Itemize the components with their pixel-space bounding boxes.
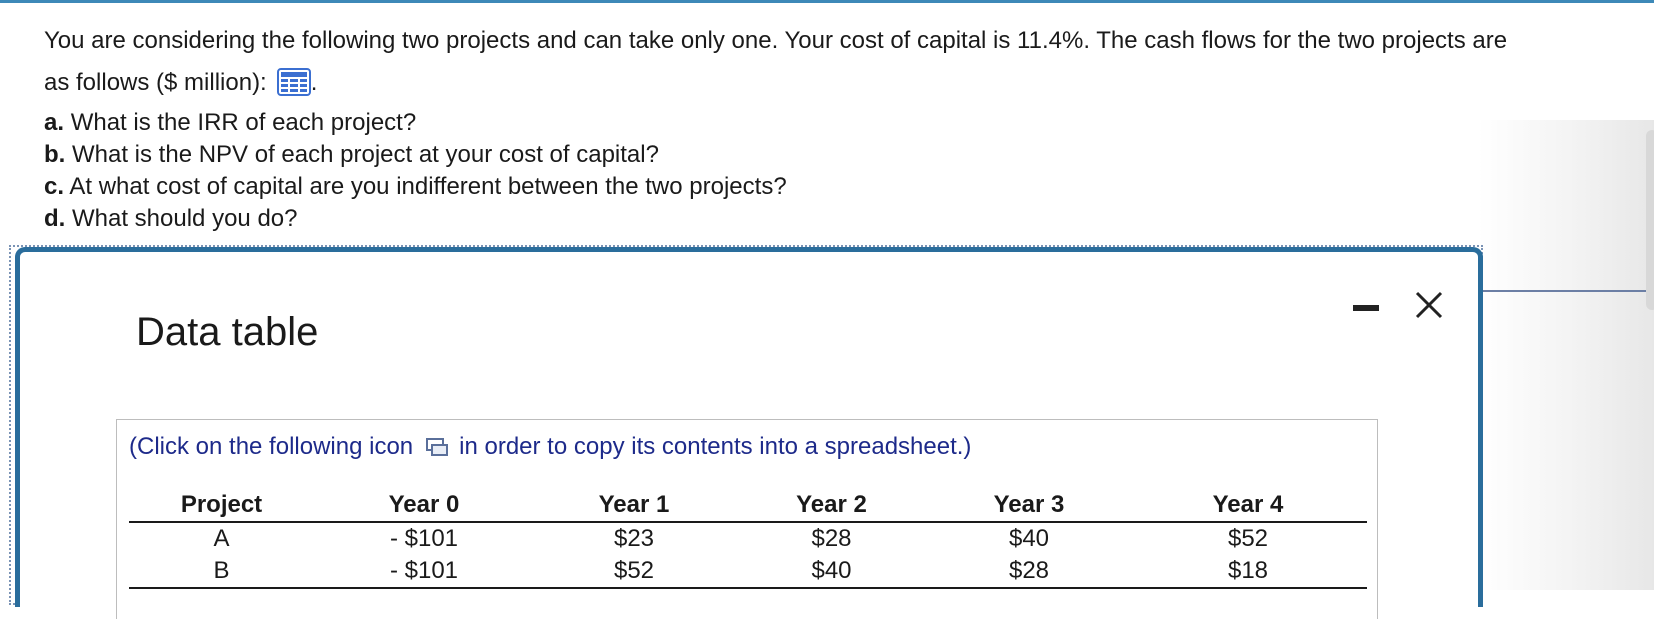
part-c-text: At what cost of capital are you indiffer… [69, 173, 787, 200]
cell-project: A [213, 525, 230, 552]
cell-year-1: $23 [613, 525, 655, 552]
close-icon [1415, 291, 1443, 319]
part-d-letter: d. [44, 205, 66, 232]
cell-year-0: - $101 [314, 555, 534, 589]
part-b: b. What is the NPV of each project at yo… [44, 139, 787, 171]
cell-year-4: $52 [1227, 525, 1269, 552]
part-b-text: What is the NPV of each project at your … [72, 141, 659, 168]
right-side-panel [1478, 120, 1654, 590]
copy-instructions: (Click on the following icon in order to… [129, 433, 971, 461]
cell-year-0: - $101 [389, 525, 459, 552]
cell-year-3: $28 [929, 555, 1129, 589]
part-d: d. What should you do? [44, 203, 787, 235]
part-a-letter: a. [44, 109, 65, 136]
cash-flow-table: Project Year 0 Year 1 Year 2 Year 3 Year… [129, 489, 1367, 589]
data-table-dialog: Data table (Click on the following icon … [15, 247, 1483, 619]
question-line-2-text: as follows ($ million): [44, 69, 267, 96]
minimize-button[interactable] [1351, 297, 1381, 317]
header-year-2: Year 2 [734, 489, 929, 523]
part-c-letter: c. [44, 173, 65, 200]
question-text: You are considering the following two pr… [44, 20, 1644, 104]
cell-year-2: $40 [734, 555, 929, 589]
scrollbar-thumb[interactable] [1646, 130, 1654, 310]
part-c: c. At what cost of capital are you indif… [44, 171, 787, 203]
header-project: Project [129, 489, 314, 523]
copy-note-after: in order to copy its contents into a spr… [459, 433, 972, 460]
header-year-4: Year 4 [1129, 489, 1367, 523]
part-b-letter: b. [44, 141, 66, 168]
top-border [0, 0, 1654, 3]
question-line-2: as follows ($ million): . [44, 62, 1644, 104]
copy-icon[interactable] [425, 436, 449, 456]
question-parts: a. What is the IRR of each project? b. W… [44, 107, 787, 235]
header-year-0: Year 0 [314, 489, 534, 523]
question-line-1: You are considering the following two pr… [44, 27, 1508, 54]
table-header-row: Project Year 0 Year 1 Year 2 Year 3 Year… [129, 489, 1367, 523]
cell-year-2: $28 [811, 525, 852, 552]
minimize-icon [1353, 305, 1379, 311]
part-d-text: What should you do? [72, 205, 298, 232]
cell-year-1: $52 [534, 555, 734, 589]
data-table-box: (Click on the following icon in order to… [116, 419, 1378, 619]
header-year-3: Year 3 [929, 489, 1129, 523]
cell-year-4: $18 [1129, 555, 1367, 589]
copy-note-before: (Click on the following icon [129, 433, 414, 460]
dialog-title: Data table [136, 310, 319, 354]
cell-year-3: $40 [1008, 525, 1050, 552]
question-line-2-end: . [310, 69, 318, 96]
part-a-text: What is the IRR of each project? [70, 109, 417, 136]
part-a: a. What is the IRR of each project? [44, 107, 787, 139]
header-year-1: Year 1 [534, 489, 734, 523]
right-divider-line [1478, 290, 1654, 292]
table-row: B - $101 $52 $40 $28 $18 [129, 555, 1367, 589]
cell-project: B [129, 555, 314, 589]
close-button[interactable] [1411, 287, 1447, 323]
table-row: A - $101 $23 $28 $40 $52 [129, 522, 1367, 555]
table-grid-icon[interactable] [276, 67, 311, 96]
